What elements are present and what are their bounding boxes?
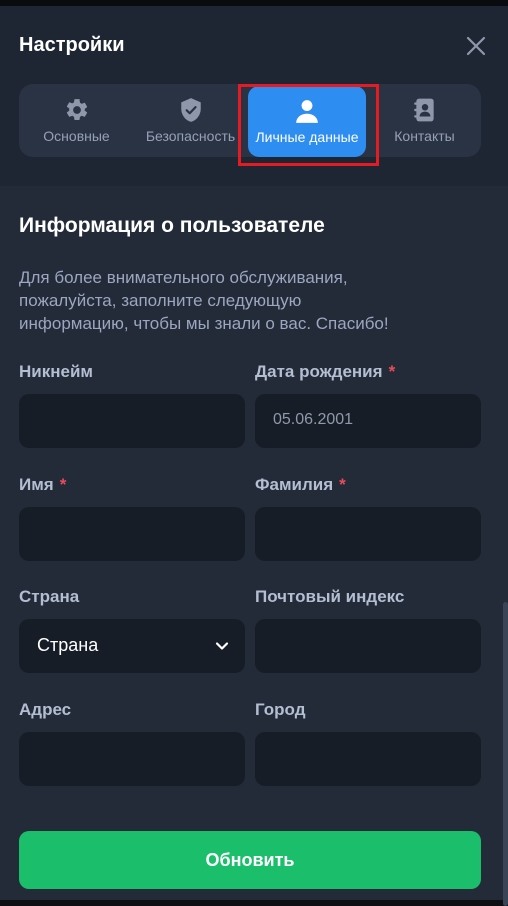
last-name-field[interactable] (255, 507, 481, 561)
tab-personal-data[interactable]: Личные данные (248, 86, 366, 157)
postal-code-input[interactable] (255, 619, 481, 673)
address-field[interactable] (19, 732, 245, 786)
nickname-label-text: Никнейм (19, 362, 93, 381)
close-icon (466, 36, 486, 56)
birthdate-label: Дата рождения * (255, 362, 395, 382)
last-name-input[interactable] (255, 507, 481, 561)
country-label: Страна (19, 587, 79, 607)
city-label-text: Город (255, 700, 306, 719)
last-name-label-text: Фамилия (255, 475, 334, 494)
country-select[interactable]: Страна (19, 619, 245, 673)
shield-check-icon (180, 98, 201, 122)
gear-icon (66, 99, 87, 120)
postal-code-label-text: Почтовый индекс (255, 587, 405, 606)
city-field[interactable] (255, 732, 481, 786)
country-label-text: Страна (19, 587, 80, 606)
city-label: Город (255, 700, 306, 720)
section-description: Для более внимательного обслуживания, по… (19, 266, 489, 335)
contact-book-icon (413, 98, 434, 122)
settings-tabs: Основные Безопасность Личные данные Конт… (19, 84, 481, 157)
description-line: Для более внимательного обслуживания, (19, 268, 348, 287)
address-label: Адрес (19, 700, 71, 720)
nickname-label: Никнейм (19, 362, 93, 382)
address-input[interactable] (19, 732, 245, 786)
description-line: пожалуйста, заполните следующую (19, 291, 302, 310)
tab-general[interactable]: Основные (19, 84, 134, 157)
section-title: Информация о пользователе (19, 214, 325, 237)
person-icon (296, 100, 318, 123)
tab-general-label: Основные (43, 128, 110, 144)
tab-security[interactable]: Безопасность (134, 84, 247, 157)
country-selected-value: Страна (37, 635, 99, 655)
first-name-label: Имя * (19, 475, 66, 495)
address-label-text: Адрес (19, 700, 72, 719)
tab-personal-data-label: Личные данные (255, 129, 359, 145)
postal-code-field[interactable] (255, 619, 481, 673)
nickname-input[interactable] (19, 394, 245, 448)
tab-contacts-label: Контакты (394, 128, 455, 144)
scrollbar[interactable] (503, 602, 508, 906)
birthdate-label-text: Дата рождения (255, 362, 383, 381)
last-name-label: Фамилия * (255, 475, 346, 495)
tab-security-label: Безопасность (145, 128, 236, 144)
birthdate-field[interactable]: 05.06.2001 (255, 394, 481, 448)
required-mark: * (388, 362, 396, 381)
first-name-label-text: Имя (19, 475, 54, 494)
tab-contacts[interactable]: Контакты (368, 84, 481, 157)
chevron-down-icon (215, 642, 229, 650)
update-button[interactable]: Обновить (19, 831, 481, 889)
required-mark: * (339, 475, 346, 494)
close-button[interactable] (462, 32, 490, 60)
settings-panel: Настройки Основные Безопасность Личные д… (0, 6, 508, 906)
nickname-field[interactable] (19, 394, 245, 448)
first-name-field[interactable] (19, 507, 245, 561)
first-name-input[interactable] (19, 507, 245, 561)
required-mark: * (59, 475, 67, 494)
page-title: Настройки (19, 34, 125, 56)
settings-header: Настройки Основные Безопасность Личные д… (0, 6, 508, 186)
birthdate-value: 05.06.2001 (273, 411, 354, 428)
city-input[interactable] (255, 732, 481, 786)
postal-code-label: Почтовый индекс (255, 587, 404, 607)
description-line: информацию, чтобы мы знали о вас. Спасиб… (19, 314, 389, 333)
